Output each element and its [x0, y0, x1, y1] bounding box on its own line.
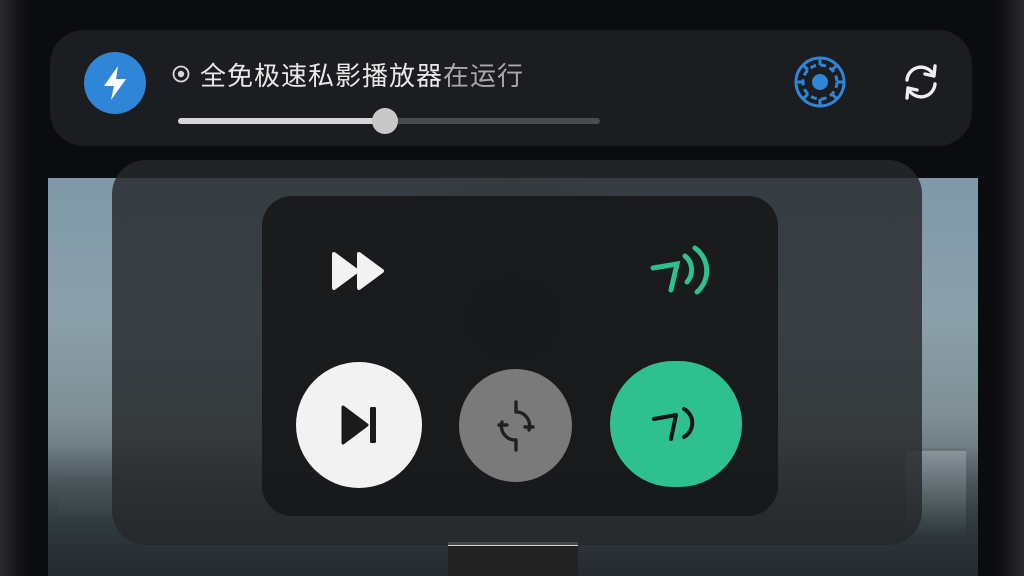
notification-title: 全免极速私影播放器在运行	[200, 56, 524, 93]
progress-fill	[178, 118, 385, 124]
rotate-button[interactable]	[459, 369, 572, 482]
skip-next-button[interactable]	[296, 362, 422, 488]
gear-icon[interactable]	[792, 54, 848, 110]
refresh-icon[interactable]	[895, 56, 947, 108]
rotate-icon	[496, 399, 535, 452]
run-status: 在运行	[443, 62, 525, 92]
lightning-icon[interactable]	[84, 52, 146, 114]
cast-button[interactable]	[610, 361, 742, 487]
progress-slider[interactable]	[178, 108, 600, 134]
notification-bar[interactable]: 全免极速私影播放器在运行	[50, 30, 972, 146]
progress-knob[interactable]	[371, 108, 398, 134]
fast-forward-icon[interactable]	[326, 244, 390, 298]
cast-signal-icon[interactable]	[644, 240, 714, 302]
cast-icon	[652, 407, 695, 441]
device-frame-right	[994, 0, 1024, 576]
skip-next-icon	[341, 405, 376, 445]
scene-figure	[448, 542, 578, 576]
app-name: 全免极速私影播放器	[200, 62, 444, 92]
device-frame-left	[0, 0, 30, 576]
record-icon	[172, 65, 190, 83]
